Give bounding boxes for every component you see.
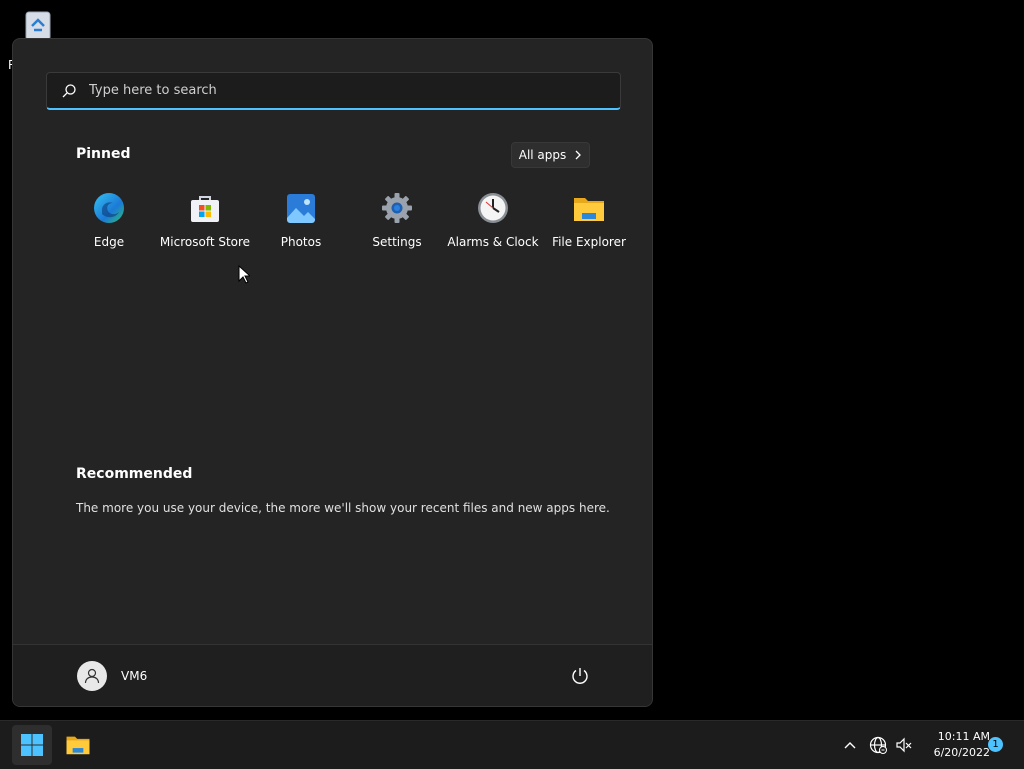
- clock-date: 6/20/2022: [933, 746, 990, 759]
- all-apps-label: All apps: [518, 148, 567, 162]
- file-explorer-icon: [574, 198, 604, 221]
- mouse-cursor-icon: [238, 265, 250, 284]
- volume-muted-icon[interactable]: [894, 735, 914, 755]
- recommended-title: Recommended: [76, 466, 193, 482]
- user-avatar[interactable]: [77, 661, 107, 691]
- app-label: Alarms & Clock: [447, 235, 539, 249]
- app-label: Photos: [280, 235, 322, 249]
- windows-logo-icon: [21, 734, 43, 756]
- network-globe-icon[interactable]: [868, 735, 888, 755]
- user-name[interactable]: VM6: [121, 669, 147, 683]
- all-apps-button[interactable]: All apps: [511, 142, 590, 168]
- app-label: Settings: [372, 235, 422, 249]
- pinned-app-alarms-clock[interactable]: Alarms & Clock: [445, 189, 541, 259]
- power-icon[interactable]: [569, 665, 591, 687]
- notification-badge[interactable]: 1: [988, 737, 1003, 752]
- settings-icon: [382, 193, 412, 223]
- file-explorer-icon: [66, 736, 90, 755]
- chevron-right-icon: [575, 150, 582, 160]
- taskbar: 10:11 AM 6/20/2022 1: [0, 720, 1024, 769]
- edge-icon: [94, 193, 124, 223]
- taskbar-clock[interactable]: 10:11 AM 6/20/2022: [918, 729, 990, 761]
- search-input[interactable]: [87, 82, 571, 99]
- clock-time: 10:11 AM: [937, 730, 990, 743]
- app-label: Edge: [93, 235, 125, 249]
- app-label: Microsoft Store: [159, 235, 251, 249]
- start-menu: Pinned All apps Edge: [12, 38, 653, 707]
- recommended-empty-text: The more you use your device, the more w…: [76, 501, 610, 515]
- user-icon: [84, 668, 100, 684]
- pinned-app-edge[interactable]: Edge: [61, 189, 157, 259]
- pinned-app-microsoft-store[interactable]: Microsoft Store: [157, 189, 253, 259]
- microsoft-store-icon: [191, 196, 219, 222]
- start-button[interactable]: [12, 725, 52, 765]
- photos-icon: [287, 194, 315, 223]
- search-icon: [62, 83, 76, 97]
- pinned-app-photos[interactable]: Photos: [253, 189, 349, 259]
- taskbar-file-explorer[interactable]: [58, 725, 98, 765]
- app-label: File Explorer: [552, 235, 626, 249]
- alarms-clock-icon: [478, 193, 508, 223]
- show-hidden-icons-chevron-up-icon[interactable]: [840, 735, 860, 755]
- pinned-app-settings[interactable]: Settings: [349, 189, 445, 259]
- search-box[interactable]: [46, 72, 621, 110]
- pinned-title: Pinned: [76, 146, 131, 162]
- pinned-app-file-explorer[interactable]: File Explorer: [541, 189, 637, 259]
- start-menu-footer: VM6: [13, 644, 652, 706]
- pinned-apps-grid: Edge Microsoft Store Photos Settings Ala…: [61, 189, 637, 259]
